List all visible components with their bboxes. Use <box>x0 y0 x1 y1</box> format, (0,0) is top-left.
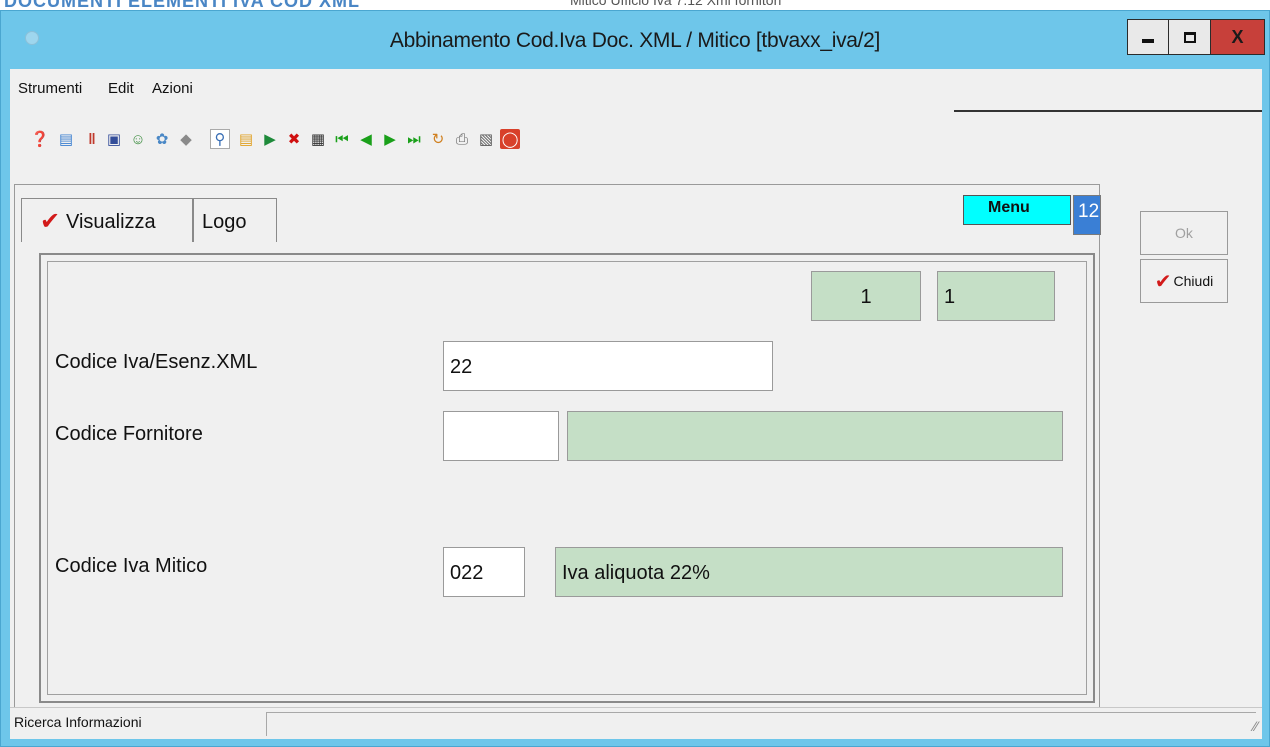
tools-icon[interactable]: ‖ <box>82 129 102 149</box>
people-icon[interactable]: ☺ <box>128 129 148 149</box>
tab-logo-label: Logo <box>202 211 247 233</box>
minimize-button[interactable] <box>1127 19 1169 55</box>
record-counter-b: 1 <box>937 271 1055 321</box>
minimize-icon <box>1142 39 1154 43</box>
chat-icon[interactable]: ▤ <box>56 129 76 149</box>
status-panel <box>266 712 1256 736</box>
document-icon[interactable]: ▤ <box>236 129 256 149</box>
status-bar: Ricerca Informazioni ⁄⁄ <box>10 707 1262 739</box>
resize-grip-icon[interactable]: ⁄⁄ <box>1253 718 1258 734</box>
tab-visualizza[interactable]: ✔ Visualizza <box>21 198 193 242</box>
link-icon[interactable]: ✿ <box>152 129 172 149</box>
menu-azioni[interactable]: Azioni <box>152 80 193 97</box>
close-button[interactable]: X <box>1211 19 1265 55</box>
status-text: Ricerca Informazioni <box>14 714 142 730</box>
codice-fornitore-input[interactable] <box>443 411 559 461</box>
form-panel: 1 1 Codice Iva/Esenz.XML 22 Codice Forni… <box>39 253 1095 703</box>
close-icon: X <box>1231 26 1244 47</box>
maximize-button[interactable] <box>1169 19 1211 55</box>
background-text: Mitico Ufficio Iva 7.12 Xml fornitori <box>570 0 782 8</box>
ok-button-label: Ok <box>1175 225 1193 241</box>
menu-divider <box>954 110 1262 112</box>
chiudi-button-label: Chiudi <box>1173 273 1214 289</box>
previous-record-icon[interactable]: ◀ <box>356 129 376 149</box>
maximize-icon <box>1183 31 1196 43</box>
exit-icon[interactable]: ◯ <box>500 129 520 149</box>
first-record-icon[interactable]: ⏮ <box>332 129 352 149</box>
menu-strumenti[interactable]: Strumenti <box>18 80 82 97</box>
check-icon: ✔ <box>1154 270 1172 293</box>
form-panel-inner <box>47 261 1087 695</box>
background-page-strip: DOCUMENTI ELEMENTI IVA COD XML Mitico Uf… <box>0 0 1270 10</box>
codice-iva-esenz-label: Codice Iva/Esenz.XML <box>55 351 258 373</box>
background-heading: DOCUMENTI ELEMENTI IVA COD XML <box>4 0 360 10</box>
delete-icon[interactable]: ✖ <box>284 129 304 149</box>
tab-container: ✔ Visualizza Logo Menu 12 1 1 Codice Iva… <box>14 184 1101 714</box>
print-icon[interactable]: ⎙ <box>452 129 472 149</box>
export-icon[interactable]: ▶ <box>260 129 280 149</box>
window-title: Abbinamento Cod.Iva Doc. XML / Mitico [t… <box>389 29 881 52</box>
menu-bar: Strumenti Edit Azioni <box>10 69 1262 112</box>
codice-iva-mitico-input[interactable]: 022 <box>443 547 525 597</box>
chiudi-button[interactable]: ✔ Chiudi <box>1140 259 1228 303</box>
refresh-icon[interactable]: ↻ <box>428 129 448 149</box>
codice-fornitore-label: Codice Fornitore <box>55 423 203 445</box>
search-icon[interactable]: ⚲ <box>210 129 230 149</box>
next-record-icon[interactable]: ▶ <box>380 129 400 149</box>
dialog-window: Abbinamento Cod.Iva Doc. XML / Mitico [t… <box>0 10 1270 747</box>
menu-edit[interactable]: Edit <box>108 80 134 97</box>
record-counter-a: 1 <box>811 271 921 321</box>
calculator-icon[interactable]: ▦ <box>308 129 328 149</box>
last-record-icon[interactable]: ⏭ <box>404 129 424 149</box>
diamond-icon[interactable]: ◆ <box>176 129 196 149</box>
codice-fornitore-description <box>567 411 1063 461</box>
toolbar: ❓ ▤ ‖ ▣ ☺ ✿ ◆ ⚲ ▤ ▶ ✖ ▦ ⏮ ◀ ▶ ⏭ ↻ ⎙ ▧ ◯ <box>10 113 1262 169</box>
client-area: Strumenti Edit Azioni ❓ ▤ ‖ ▣ ☺ ✿ ◆ ⚲ ▤ … <box>10 69 1262 739</box>
ok-button[interactable]: Ok <box>1140 211 1228 255</box>
help-icon[interactable]: ❓ <box>30 129 50 149</box>
menu-number: 12 <box>1073 195 1101 235</box>
tab-logo[interactable]: Logo <box>193 198 277 242</box>
codice-iva-mitico-label: Codice Iva Mitico <box>55 555 208 577</box>
save-icon[interactable]: ▧ <box>476 129 496 149</box>
tab-visualizza-label: Visualizza <box>66 211 156 233</box>
codice-iva-mitico-description: Iva aliquota 22% <box>555 547 1063 597</box>
codice-iva-esenz-input[interactable]: 22 <box>443 341 773 391</box>
menu-indicator[interactable]: Menu <box>963 195 1071 225</box>
check-icon: ✔ <box>40 208 61 235</box>
monitor-icon[interactable]: ▣ <box>104 129 124 149</box>
title-bar[interactable]: Abbinamento Cod.Iva Doc. XML / Mitico [t… <box>1 11 1269 69</box>
